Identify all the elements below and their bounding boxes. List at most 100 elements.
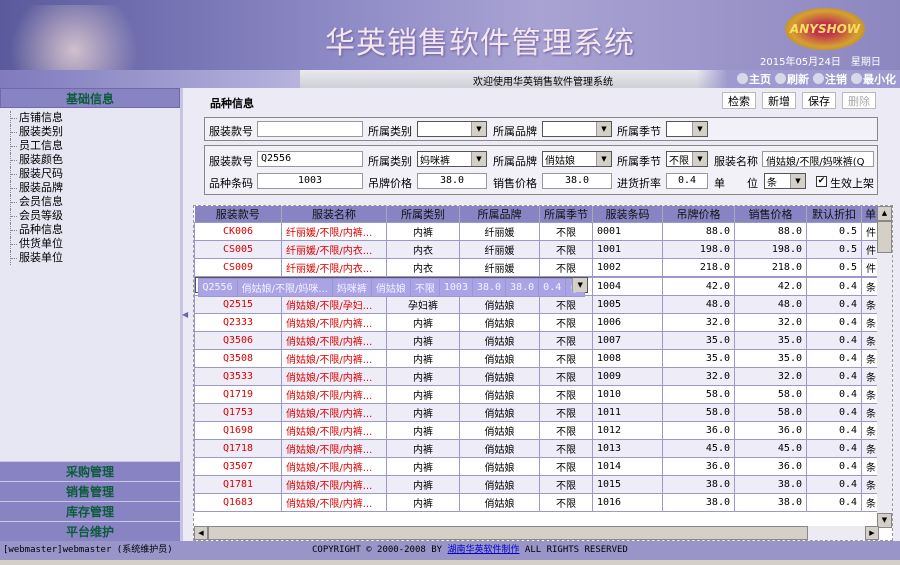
table-cell: 俏姑娘/不限/内裤... [281, 493, 387, 512]
sidebar-section[interactable]: 销售管理 [0, 481, 180, 501]
search-season-label: 所属季节 [617, 125, 661, 138]
vertical-scroll-thumb[interactable] [877, 221, 892, 253]
table-cell: 0.4 [806, 439, 862, 458]
scroll-left-icon[interactable]: ◀ [194, 526, 208, 540]
table-cell: 不限 [539, 222, 593, 241]
nav-button-1[interactable]: 刷新 [775, 71, 809, 87]
table-row[interactable]: Q1753 俏姑娘/不限/内裤... 内裤 俏姑娘 不限 1011 58.0 58.0 0.4 条 [194, 403, 880, 422]
sidebar-item[interactable]: 员工信息 [10, 139, 180, 153]
table-cell: 0.4 [806, 313, 862, 332]
column-header[interactable]: 服装款号 [194, 206, 282, 223]
scroll-down-icon[interactable]: ▼ [877, 513, 892, 528]
company-link[interactable]: 湖南华英软件制作 [447, 545, 519, 555]
table-cell: 38.0 [505, 278, 540, 297]
unit-select[interactable]: 条 [764, 173, 806, 189]
table-cell: 纤丽媛/不限/内衣... [281, 240, 387, 259]
app-title: 华英销售软件管理系统 [325, 26, 635, 61]
discount-input[interactable]: 0.4 [666, 173, 708, 189]
horizontal-scrollbar[interactable]: ◀ ▶ [194, 526, 879, 540]
sidebar-item[interactable]: 服装尺码 [10, 167, 180, 181]
sidebar-section[interactable]: 库存管理 [0, 501, 180, 521]
nav-button-2[interactable]: 注销 [813, 71, 847, 87]
sidebar-item[interactable]: 服装类别 [10, 125, 180, 139]
table-cell: 32.0 [662, 367, 735, 386]
sidebar-item[interactable]: 会员信息 [10, 195, 180, 209]
table-row[interactable]: Q1781 俏姑娘/不限/内裤... 内裤 俏姑娘 不限 1015 38.0 38.0 0.4 条 [194, 475, 880, 494]
table-cell: 俏姑娘 [459, 367, 540, 386]
search-code-input[interactable] [257, 121, 363, 137]
column-header[interactable]: 服装名称 [281, 206, 387, 223]
sidebar-item[interactable]: 服装颜色 [10, 153, 180, 167]
sidebar-section[interactable]: 采购管理 [0, 461, 180, 481]
brand-label: 所属品牌 [493, 155, 537, 168]
table-cell: Q1718 [194, 439, 282, 458]
sidebar-item[interactable]: 品种信息 [10, 223, 180, 237]
name-input[interactable]: 俏姑娘/不限/妈咪裤(Q [762, 151, 874, 167]
table-cell: 俏姑娘/不限/内裤... [281, 421, 387, 440]
horizontal-scroll-thumb[interactable] [208, 526, 808, 540]
category-select[interactable]: 妈咪裤 [417, 151, 487, 167]
column-header[interactable]: 所属品牌 [459, 206, 540, 223]
table-row[interactable]: Q2556 俏姑娘/不限/妈咪... 妈咪裤 俏姑娘 不限 1003 38.0 38.0 0.4… [194, 277, 589, 297]
tag-price-input[interactable]: 38.0 [417, 173, 487, 189]
scroll-right-icon[interactable]: ▶ [865, 526, 879, 540]
table-row[interactable]: Q1698 俏姑娘/不限/内裤... 内裤 俏姑娘 不限 1012 36.0 36.0 0.4 条 [194, 421, 880, 440]
table-cell: 218.0 [734, 258, 807, 277]
search-code-label: 服装款号 [209, 125, 253, 138]
column-header[interactable]: 销售价格 [734, 206, 807, 223]
search-button[interactable]: 检索 [722, 92, 756, 109]
category-label: 所属类别 [368, 155, 412, 168]
barcode-input[interactable]: 1003 [257, 173, 363, 189]
column-header[interactable]: 吊牌价格 [662, 206, 735, 223]
table-cell: 1001 [592, 240, 663, 259]
sidebar-item[interactable]: 会员等级 [10, 209, 180, 223]
table-row[interactable]: Q3508 俏姑娘/不限/内裤... 内裤 俏姑娘 不限 1008 35.0 35.0 0.4 条 [194, 349, 880, 368]
scroll-up-icon[interactable]: ▲ [877, 206, 892, 221]
sidebar-item[interactable]: 店铺信息 [10, 111, 180, 125]
table-row[interactable]: Q3506 俏姑娘/不限/内裤... 内裤 俏姑娘 不限 1007 35.0 35.0 0.4 条 [194, 331, 880, 350]
table-cell: Q1683 [194, 493, 282, 512]
sidebar-item[interactable]: 服装单位 [10, 251, 180, 265]
table-row[interactable]: Q3507 俏姑娘/不限/内裤... 内裤 俏姑娘 不限 1014 36.0 36.0 0.4 条 [194, 457, 880, 476]
table-row[interactable]: Q2515 俏姑娘/不限/孕妇... 孕妇裤 俏姑娘 不限 1005 48.0 48.0 0.4… [194, 295, 880, 314]
table-cell: 内裤 [386, 222, 460, 241]
table-cell: 俏姑娘 [459, 313, 540, 332]
active-checkbox[interactable]: ✔ [816, 176, 827, 187]
table-cell: 58.0 [662, 403, 735, 422]
nav-button-3[interactable]: 最小化 [851, 71, 896, 87]
search-category-select[interactable] [417, 121, 487, 137]
table-row[interactable]: Q1719 俏姑娘/不限/内裤... 内裤 俏姑娘 不限 1010 58.0 58.0 0.4 条 [194, 385, 880, 404]
sale-price-input[interactable]: 38.0 [542, 173, 612, 189]
table-row[interactable]: CS009 纤丽媛/不限/内衣... 内衣 纤丽媛 不限 1002 218.0 218.0 0.… [194, 258, 880, 277]
table-cell: 不限 [539, 295, 593, 314]
vertical-scrollbar[interactable]: ▲ ▼ [877, 206, 892, 528]
sidebar-section-basic-info[interactable]: 基础信息 [0, 88, 180, 108]
code-input[interactable]: Q2556 [257, 151, 363, 167]
table-row[interactable]: Q1683 俏姑娘/不限/内裤... 内裤 俏姑娘 不限 1016 38.0 38.0 0.4 条 [194, 493, 880, 512]
search-brand-select[interactable] [542, 121, 612, 137]
column-header[interactable]: 所属类别 [386, 206, 460, 223]
table-cell: 俏姑娘 [459, 349, 540, 368]
table-row[interactable]: Q1718 俏姑娘/不限/内裤... 内裤 俏姑娘 不限 1013 45.0 45.0 0.4 条 [194, 439, 880, 458]
brand-select[interactable]: 俏姑娘 [542, 151, 612, 167]
column-header[interactable]: 默认折扣 [806, 206, 862, 223]
table-row[interactable]: CS005 纤丽媛/不限/内衣... 内衣 纤丽媛 不限 1001 198.0 198.0 0.… [194, 240, 880, 259]
nav-button-0[interactable]: 主页 [737, 71, 771, 87]
sidebar-item[interactable]: 供货单位 [10, 237, 180, 251]
table-row[interactable]: Q3533 俏姑娘/不限/内裤... 内裤 俏姑娘 不限 1009 32.0 32.0 0.4 条 [194, 367, 880, 386]
season-select[interactable]: 不限 [666, 151, 708, 167]
table-row[interactable]: CK006 纤丽媛/不限/内裤... 内裤 纤丽媛 不限 0001 88.0 88.0 0.5 件 [194, 222, 880, 241]
page-title: 品种信息 [210, 97, 254, 110]
table-row[interactable]: Q2333 俏姑娘/不限/内裤... 内裤 俏姑娘 不限 1006 32.0 32.0 0.4 条 [194, 313, 880, 332]
sidebar-section[interactable]: 平台维护 [0, 521, 180, 541]
delete-button[interactable]: 删除 [842, 92, 876, 109]
collapse-sidebar-icon[interactable]: ◀ [182, 310, 188, 319]
column-header[interactable]: 所属季节 [539, 206, 593, 223]
search-season-select[interactable] [666, 121, 708, 137]
table-cell: 0.4 [806, 367, 862, 386]
column-header[interactable]: 服装条码 [592, 206, 663, 223]
sidebar-item[interactable]: 服装品牌 [10, 181, 180, 195]
table-cell: Q3533 [194, 367, 282, 386]
save-button[interactable]: 保存 [802, 92, 836, 109]
add-button[interactable]: 新增 [762, 92, 796, 109]
